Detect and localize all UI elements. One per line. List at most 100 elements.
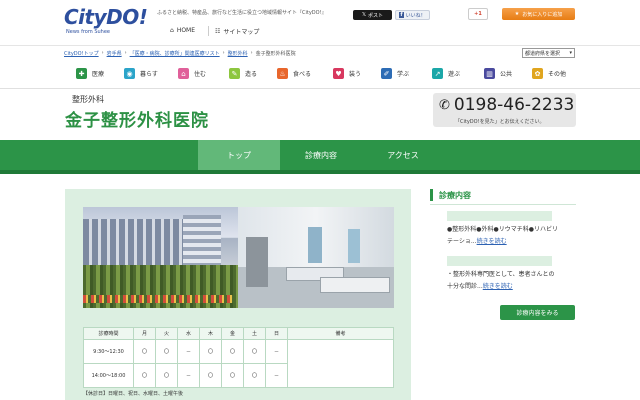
sidebar-item-header bbox=[447, 256, 552, 266]
chevron-down-icon: ▾ bbox=[569, 50, 572, 56]
view-treatment-button[interactable]: 診療内容をみる bbox=[500, 305, 575, 320]
tab-top[interactable]: トップ bbox=[198, 140, 280, 170]
phone-box: ✆ 0198-46-2233 「CityDO!を見た」とお伝えください。 bbox=[433, 93, 576, 127]
flower-bed bbox=[83, 295, 233, 303]
site-logo[interactable]: CityDO! News from Suhee bbox=[64, 7, 150, 39]
gplus-label: +1 bbox=[474, 11, 482, 17]
study-icon: ✐ bbox=[381, 68, 392, 79]
breadcrumb-separator: › bbox=[101, 50, 104, 56]
header-divider bbox=[208, 26, 209, 36]
schedule-header: 日 bbox=[265, 327, 288, 340]
food-icon: ♨ bbox=[277, 68, 288, 79]
x-post-button[interactable]: 𝕏 ポスト bbox=[353, 10, 392, 20]
room-door bbox=[348, 229, 360, 263]
prefecture-select-value: 都道府県を選択 bbox=[525, 50, 561, 57]
category-build[interactable]: ✎ 造る bbox=[229, 67, 257, 80]
schedule-header-row: 診療時間 月 火 水 木 金 土 日 備考 bbox=[83, 327, 394, 340]
schedule-mark: 〇 bbox=[133, 339, 156, 364]
phone-number[interactable]: ✆ 0198-46-2233 bbox=[439, 95, 574, 115]
schedule-mark: 〇 bbox=[243, 363, 266, 388]
phone-note: 「CityDO!を見た」とお伝えください。 bbox=[455, 119, 545, 125]
medical-equipment bbox=[246, 237, 268, 287]
category-label: 食べる bbox=[293, 71, 312, 78]
sitemap-icon: ☷ bbox=[215, 28, 221, 35]
schedule-mark: 〇 bbox=[243, 339, 266, 364]
tab-treatment[interactable]: 診療内容 bbox=[280, 140, 362, 170]
schedule-header: 備考 bbox=[287, 327, 394, 340]
category-label: 住む bbox=[194, 71, 207, 78]
home-link-label: HOME bbox=[176, 27, 196, 34]
schedule-mark: － bbox=[265, 363, 288, 388]
category-play[interactable]: ↗ 遊ぶ bbox=[432, 67, 460, 80]
treatment-bed bbox=[320, 277, 390, 293]
read-more-link[interactable]: 続きを読む bbox=[477, 238, 507, 245]
schedule-mark: 〇 bbox=[133, 363, 156, 388]
add-favorite-button[interactable]: ★ お気に入りに追加 bbox=[502, 8, 575, 20]
page-title: 金子整形外科医院 bbox=[65, 111, 209, 131]
favorite-icon: ★ bbox=[514, 11, 520, 17]
like-label: いいね！ bbox=[405, 12, 426, 19]
breadcrumb-item[interactable]: 「医療・病院、診療所」関連医療リスト bbox=[130, 50, 220, 57]
sidebar-item: ●整形外科●外科●リウマチ科●リハビリテーショ...続きを読む bbox=[447, 224, 559, 248]
breadcrumb-item[interactable]: CityDO!トップ bbox=[64, 50, 99, 57]
hospital-icon: ✚ bbox=[76, 68, 87, 79]
schedule-mark: 〇 bbox=[155, 363, 178, 388]
treatment-room-photo bbox=[238, 207, 394, 308]
breadcrumb-item[interactable]: 岩手県 bbox=[107, 50, 122, 57]
site-header: CityDO! News from Suhee ふるさと納税、特産品、旅行など生… bbox=[0, 0, 640, 44]
breadcrumb-separator: › bbox=[124, 50, 127, 56]
schedule-mark: 〇 bbox=[155, 339, 178, 364]
other-icon: ✿ bbox=[532, 68, 543, 79]
category-medical[interactable]: ✚ 医療 bbox=[76, 67, 104, 80]
tab-access[interactable]: アクセス bbox=[362, 140, 444, 170]
breadcrumb-bar: CityDO!トップ › 岩手県 › 「医療・病院、診療所」関連医療リスト › … bbox=[0, 45, 640, 59]
schedule-remark bbox=[287, 339, 394, 388]
sitemap-link[interactable]: ☷ サイトマップ bbox=[215, 27, 259, 36]
schedule-header: 土 bbox=[243, 327, 266, 340]
read-more-link[interactable]: 続きを読む bbox=[483, 283, 513, 290]
facebook-icon: f bbox=[399, 12, 404, 18]
schedule-row: 9:30～12:30 〇 〇 － 〇 〇 〇 － bbox=[83, 339, 394, 388]
schedule-header: 水 bbox=[177, 327, 200, 340]
schedule-header: 木 bbox=[199, 327, 222, 340]
tab-bar: トップ 診療内容 アクセス bbox=[0, 140, 640, 174]
breadcrumb-item[interactable]: 整形外科 bbox=[228, 50, 248, 57]
play-icon: ↗ bbox=[432, 68, 443, 79]
schedule-mark: － bbox=[265, 339, 288, 364]
schedule-mark: － bbox=[177, 363, 200, 388]
schedule-time: 14:00～18:00 bbox=[83, 363, 134, 388]
category-other[interactable]: ✿ その他 bbox=[532, 67, 566, 80]
schedule-mark: 〇 bbox=[221, 339, 244, 364]
fashion-icon: ♥ bbox=[333, 68, 344, 79]
category-public[interactable]: ▥ 公共 bbox=[484, 67, 512, 80]
page-subtitle: 整形外科 bbox=[72, 95, 104, 104]
category-study[interactable]: ✐ 学ぶ bbox=[381, 67, 409, 80]
sidebar-title: 診療内容 bbox=[430, 189, 471, 201]
phone-icon: ✆ bbox=[439, 97, 450, 113]
site-tagline: ふるさと納税、特産品、旅行など生活に役立つ地域情報サイト『CityDO!』 bbox=[157, 10, 327, 16]
x-logo-icon: 𝕏 bbox=[361, 12, 366, 18]
closed-days-note: 【休診日】日曜日、祝日、水曜日、土曜午後 bbox=[83, 391, 184, 397]
phone-number-text: 0198-46-2233 bbox=[453, 95, 575, 115]
prefecture-select[interactable]: 都道府県を選択 ▾ bbox=[522, 48, 575, 58]
category-label: 造る bbox=[245, 71, 258, 78]
schedule-mark: 〇 bbox=[199, 339, 222, 364]
category-label: 装う bbox=[349, 71, 362, 78]
category-fashion[interactable]: ♥ 装う bbox=[333, 67, 361, 80]
logo-text: CityDO! bbox=[64, 5, 148, 29]
home-link[interactable]: ⌂ HOME bbox=[170, 27, 195, 34]
category-living[interactable]: ◉ 暮らす bbox=[124, 67, 158, 80]
category-label: その他 bbox=[548, 71, 567, 78]
main-panel: 診療時間 月 火 水 木 金 土 日 備考 9:30～12:30 〇 〇 － 〇… bbox=[65, 189, 411, 400]
category-label: 遊ぶ bbox=[448, 71, 461, 78]
category-label: 公共 bbox=[500, 71, 513, 78]
breadcrumb-current: 金子整形外科医院 bbox=[255, 51, 296, 57]
building-photo bbox=[83, 207, 238, 308]
google-plus-button[interactable]: +1 bbox=[468, 8, 488, 20]
category-food[interactable]: ♨ 食べる bbox=[277, 67, 311, 80]
sidebar-item: ・整形外科専門医として、患者さんとの十分な問診...続きを読む bbox=[447, 269, 559, 293]
facebook-like-button[interactable]: f いいね！ bbox=[395, 10, 430, 20]
post-label: ポスト bbox=[368, 12, 384, 19]
category-housing[interactable]: ⌂ 住む bbox=[178, 67, 206, 80]
category-label: 学ぶ bbox=[397, 71, 410, 78]
